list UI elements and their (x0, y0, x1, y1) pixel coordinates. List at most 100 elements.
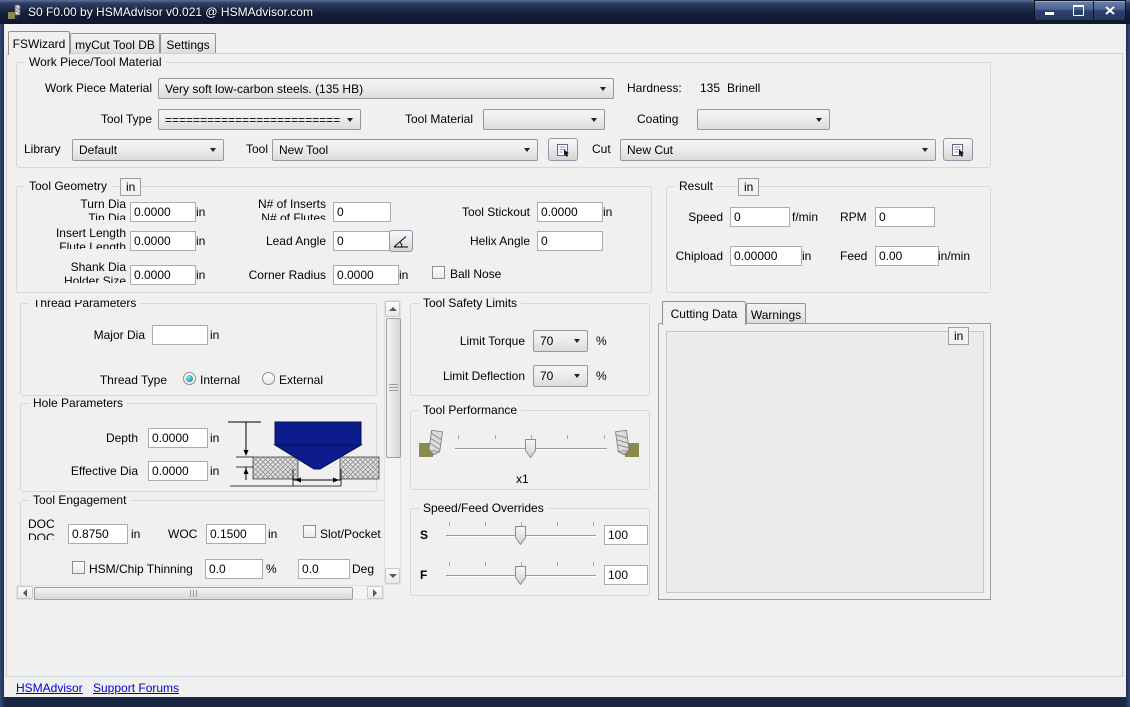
hardness-value: 135 (700, 81, 720, 95)
ball-nose-checkbox[interactable] (432, 266, 445, 279)
slider-tick (557, 522, 558, 526)
scroll-right-button[interactable] (367, 586, 383, 599)
group-title: Tool Geometry (25, 179, 111, 193)
horizontal-scrollbar-thumb[interactable] (34, 587, 353, 600)
work-piece-material-combo[interactable]: Very soft low-carbon steels. (135 HB) (158, 78, 614, 99)
feed-override-slider[interactable] (446, 562, 596, 588)
vertical-scrollbar-thumb[interactable] (386, 318, 401, 458)
hsm-percent-input[interactable] (205, 559, 263, 579)
dropdown-arrow-icon (524, 148, 530, 152)
feed-label: Feed (840, 249, 867, 263)
scroll-up-button[interactable] (385, 301, 400, 317)
hsm-angle-input[interactable] (298, 559, 350, 579)
major-dia-input[interactable] (152, 325, 208, 345)
feed-input[interactable] (875, 246, 939, 266)
insert-length-label: Insert LengthFlute Length (20, 226, 126, 249)
corner-radius-unit: in (399, 268, 408, 282)
speed-override-slider[interactable] (446, 522, 596, 548)
vertical-scrollbar[interactable] (384, 300, 401, 585)
group-title: Tool Performance (419, 403, 521, 417)
library-value: Default (79, 143, 117, 157)
maximize-button[interactable] (1064, 0, 1094, 21)
tab-settings[interactable]: Settings (160, 33, 216, 55)
depth-input[interactable] (148, 428, 208, 448)
tab-mycut-tool-db[interactable]: myCut Tool DB (70, 33, 160, 55)
cut-combo[interactable]: New Cut (620, 139, 936, 161)
hsm-angle-unit: Deg (352, 562, 374, 576)
feed-override-input[interactable] (604, 565, 648, 585)
endmill-slow-icon (418, 430, 446, 458)
scroll-left-icon (23, 589, 27, 597)
tool-edit-button[interactable] (548, 138, 578, 161)
helix-angle-input[interactable] (537, 231, 603, 251)
dropdown-arrow-icon (347, 118, 353, 122)
window-title: S0 F0.00 by HSMAdvisor v0.021 @ HSMAdvis… (28, 5, 313, 19)
scroll-down-button[interactable] (385, 568, 400, 584)
tool-material-label: Tool Material (385, 112, 473, 126)
close-icon (1105, 6, 1115, 15)
speed-override-input[interactable] (604, 525, 648, 545)
tool-type-combo[interactable]: ========================== (158, 109, 361, 130)
scroll-down-icon (389, 574, 397, 578)
limit-torque-combo[interactable]: 70 (533, 330, 588, 352)
tab-cutting-data[interactable]: Cutting Data (662, 301, 746, 325)
work-piece-material-value: Very soft low-carbon steels. (135 HB) (165, 82, 363, 96)
tool-stickout-input[interactable] (537, 202, 603, 222)
tool-type-value: ========================== (165, 113, 340, 127)
slider-tick (485, 522, 486, 526)
thread-internal-label: Internal (200, 373, 240, 387)
hardness-scale: Brinell (727, 81, 760, 95)
dropdown-arrow-icon (600, 87, 606, 91)
tab-warnings[interactable]: Warnings (746, 303, 806, 325)
doc-input[interactable] (68, 524, 128, 544)
chipload-input[interactable] (730, 246, 802, 266)
slot-pocket-checkbox[interactable] (303, 525, 316, 538)
turn-dia-label: Turn DiaTip Dia (20, 197, 126, 220)
scroll-left-button[interactable] (17, 586, 33, 599)
num-inserts-input[interactable] (333, 202, 391, 222)
coating-combo[interactable] (697, 109, 830, 130)
group-title: Tool Engagement (29, 493, 130, 507)
tab-fswizard[interactable]: FSWizard (8, 31, 70, 55)
feed-slider-thumb[interactable] (515, 566, 526, 585)
woc-input[interactable] (206, 524, 266, 544)
rpm-input[interactable] (875, 207, 935, 227)
tool-combo[interactable]: New Tool (272, 139, 538, 161)
shank-dia-label: Shank DiaHolder Size (20, 260, 126, 283)
tool-label: Tool (246, 142, 268, 156)
thread-external-radio[interactable] (262, 372, 275, 385)
statusbar: HSMAdvisor Support Forums (6, 678, 1123, 697)
speed-input[interactable] (730, 207, 790, 227)
insert-length-input[interactable] (130, 231, 196, 251)
turn-dia-input[interactable] (130, 202, 196, 222)
support-forums-link[interactable]: Support Forums (93, 681, 179, 695)
horizontal-scrollbar[interactable] (16, 585, 384, 600)
lead-angle-input[interactable] (333, 231, 391, 251)
speed-override-label: S (420, 528, 428, 542)
corner-radius-input[interactable] (333, 265, 399, 285)
tool-stickout-label: Tool Stickout (440, 205, 530, 219)
performance-slider-thumb[interactable] (525, 439, 536, 458)
library-combo[interactable]: Default (72, 139, 224, 161)
hsm-percent-unit: % (266, 562, 277, 576)
slot-pocket-label: Slot/Pocket (320, 527, 381, 541)
dropdown-arrow-icon (591, 118, 597, 122)
group-title: Speed/Feed Overrides (419, 501, 548, 515)
minimize-button[interactable] (1034, 0, 1065, 21)
dropdown-arrow-icon (574, 339, 580, 343)
close-button[interactable] (1094, 0, 1126, 21)
thread-internal-radio[interactable] (183, 372, 196, 385)
shank-dia-input[interactable] (130, 265, 196, 285)
lead-angle-button[interactable] (389, 230, 413, 252)
limit-deflection-combo[interactable]: 70 (533, 365, 588, 387)
endmill-fast-icon (612, 430, 640, 458)
doc-label: DOCDOC (28, 517, 68, 540)
speed-slider-thumb[interactable] (515, 526, 526, 545)
cut-edit-button[interactable] (943, 138, 973, 161)
hsmadvisor-link[interactable]: HSMAdvisor (16, 681, 83, 695)
effective-dia-input[interactable] (148, 461, 208, 481)
hsm-chip-thinning-checkbox[interactable] (72, 561, 85, 574)
shank-dia-unit: in (196, 268, 205, 282)
performance-slider[interactable] (455, 435, 607, 461)
tool-material-combo[interactable] (483, 109, 605, 130)
